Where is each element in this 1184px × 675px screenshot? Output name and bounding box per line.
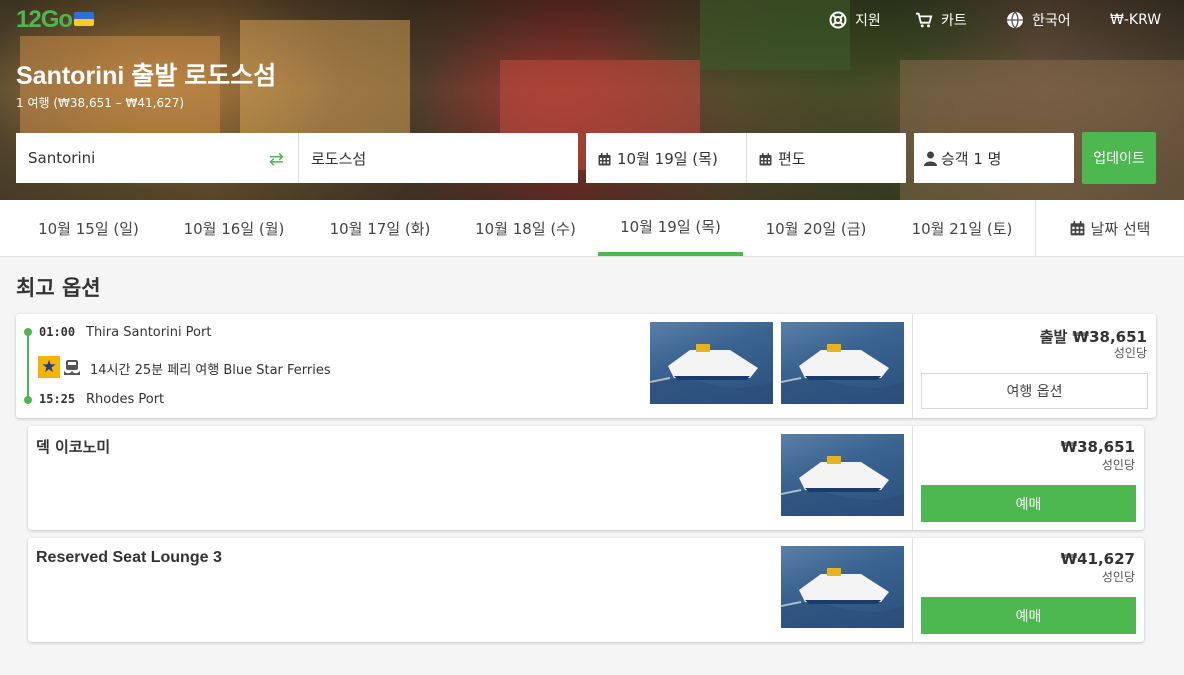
date-tab[interactable]: 10월 21일 (토): [889, 200, 1035, 256]
currency-label: ₩-KRW: [1110, 12, 1162, 28]
departure-time: 01:00: [39, 325, 76, 339]
departure-dot: [24, 328, 32, 336]
date-picker-button[interactable]: 날짜 선택: [1035, 200, 1184, 256]
date-tab[interactable]: 10월 15일 (일): [16, 200, 161, 256]
section-title: 최고 옵션: [16, 276, 101, 300]
departure-port: Thira Santorini Port: [86, 325, 212, 340]
passengers-field[interactable]: 승객 1 명: [914, 133, 1074, 183]
passengers-value: 승객 1 명: [941, 149, 1002, 168]
class-price: ₩41,627: [1060, 550, 1135, 568]
class-price: ₩38,651: [1060, 438, 1135, 456]
date-value: 10월 19일 (목): [617, 149, 718, 168]
page-title: Santorini 출발 로도스섬: [16, 62, 277, 90]
route-summary: 1 여행 (₩38,651 – ₩41,627): [16, 96, 185, 110]
arrival-time: 15:25: [39, 392, 76, 406]
ferry-photo[interactable]: [781, 434, 904, 516]
book-button[interactable]: 예매: [921, 597, 1136, 634]
lifebuoy-icon: [829, 11, 847, 29]
to-value: 로도스섬: [311, 149, 367, 168]
blue-star-logo-icon: ★: [38, 356, 60, 378]
calendar-icon: [1070, 220, 1085, 236]
cart-label: 카트: [941, 13, 967, 29]
currency-selector[interactable]: ₩-KRW: [1110, 10, 1161, 30]
date-tab-active[interactable]: 10월 19일 (목): [598, 200, 743, 256]
per-adult-label: 성인당: [1101, 570, 1135, 584]
swap-icon[interactable]: ⇄: [269, 149, 284, 170]
date-picker-label: 날짜 선택: [1090, 219, 1151, 238]
ferry-photo[interactable]: [650, 322, 773, 404]
timeline-line: [27, 332, 29, 400]
trip-description: 14시간 25분 페리 여행 Blue Star Ferries: [90, 363, 331, 378]
date-tab[interactable]: 10월 16일 (월): [161, 200, 307, 256]
calendar-icon: [598, 152, 611, 165]
from-field[interactable]: Santorini ⇄: [16, 133, 298, 183]
date-tab[interactable]: 10월 18일 (수): [453, 200, 598, 256]
support-link[interactable]: 지원: [829, 10, 881, 30]
calendar-icon: [759, 152, 772, 165]
logo[interactable]: 12Go: [16, 6, 73, 34]
cart-icon: [915, 11, 933, 29]
person-icon: [924, 151, 937, 166]
date-field[interactable]: 10월 19일 (목): [586, 133, 746, 183]
date-tabs: 10월 15일 (일) 10월 16일 (월) 10월 17일 (화) 10월 …: [0, 200, 1184, 257]
trip-options-button[interactable]: 여행 옵션: [921, 373, 1148, 409]
language-selector[interactable]: 한국어: [1006, 10, 1071, 30]
from-value: Santorini: [28, 149, 96, 167]
arrival-port: Rhodes Port: [86, 392, 165, 407]
return-value: 편도: [778, 149, 806, 168]
card-divider: [912, 538, 913, 642]
return-date-field[interactable]: 편도: [746, 133, 906, 183]
ferry-photo[interactable]: [781, 546, 904, 628]
ferry-photo[interactable]: [781, 322, 904, 404]
cart-link[interactable]: 카트: [915, 10, 967, 30]
per-adult-label: 성인당: [1113, 346, 1147, 360]
class-name: 덱 이코노미: [36, 438, 111, 456]
date-tab[interactable]: 10월 17일 (화): [307, 200, 453, 256]
update-button[interactable]: 업데이트: [1082, 132, 1156, 184]
per-adult-label: 성인당: [1101, 458, 1135, 472]
book-button[interactable]: 예매: [921, 485, 1136, 522]
globe-icon: [1006, 11, 1024, 29]
support-label: 지원: [855, 13, 881, 29]
top-navigation: 12Go 지원 카트 한국어 ₩-KRW: [0, 0, 1184, 42]
ukraine-flag-icon: [74, 12, 94, 26]
arrival-dot: [24, 396, 32, 404]
ferry-icon: [63, 358, 81, 376]
to-field[interactable]: 로도스섬: [298, 133, 578, 183]
date-tab[interactable]: 10월 20일 (금): [743, 200, 889, 256]
card-divider: [912, 426, 913, 530]
card-divider: [912, 314, 913, 418]
language-label: 한국어: [1032, 13, 1071, 29]
class-name: Reserved Seat Lounge 3: [36, 549, 222, 566]
